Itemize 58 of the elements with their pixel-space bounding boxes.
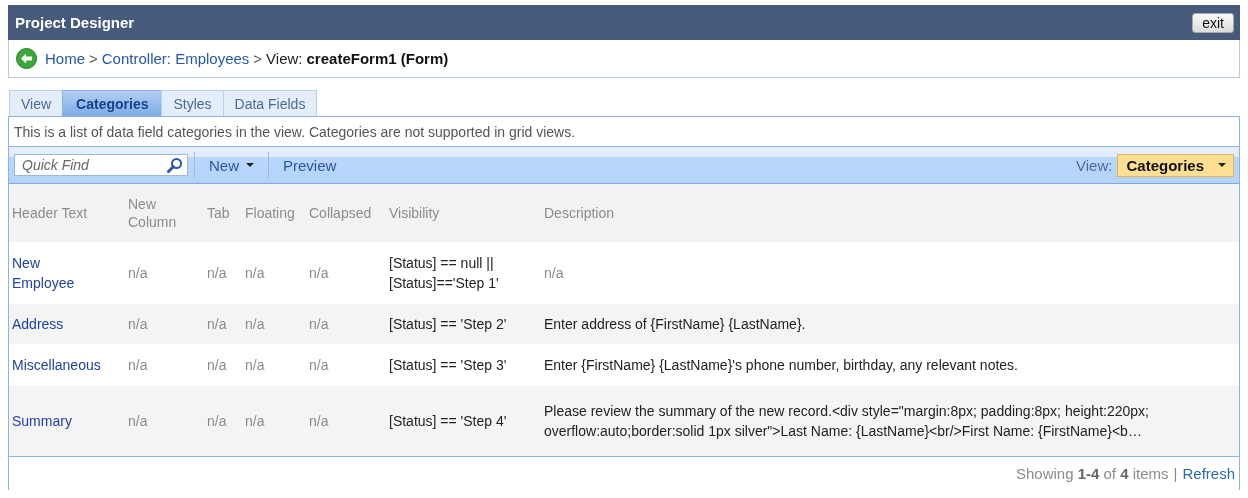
- breadcrumb-link[interactable]: Home: [45, 50, 85, 67]
- table-cell: n/a: [128, 316, 148, 332]
- breadcrumb-label: View:: [266, 50, 303, 67]
- column-header: Floating: [245, 205, 295, 221]
- tab[interactable]: Data Fields: [222, 90, 318, 116]
- table-cell: [Status] == null || [Status]=='Step 1': [389, 255, 499, 291]
- table-cell: n/a: [245, 265, 265, 281]
- exit-button[interactable]: exit: [1192, 12, 1234, 33]
- breadcrumb-separator: >: [89, 50, 98, 67]
- preview-button[interactable]: Preview: [275, 156, 345, 174]
- view-label: View:: [1076, 156, 1113, 174]
- table-cell: [Status] == 'Step 3': [389, 357, 507, 373]
- quick-find-field[interactable]: Quick Find: [14, 154, 188, 176]
- category-link[interactable]: Miscellaneous: [12, 355, 101, 375]
- column-header: New Column: [128, 195, 178, 231]
- table-cell: n/a: [207, 413, 227, 429]
- table-cell: n/a: [128, 265, 148, 281]
- column-header: Collapsed: [309, 205, 372, 221]
- table-cell: n/a: [207, 357, 227, 373]
- table-cell: n/a: [309, 316, 329, 332]
- table-cell: n/a: [309, 413, 329, 429]
- column-header: Visibility: [389, 205, 440, 221]
- table-cell: n/a: [309, 357, 329, 373]
- table-cell: n/a: [128, 357, 148, 373]
- window-title: Project Designer: [15, 14, 135, 31]
- column-header: Description: [544, 205, 615, 221]
- table-cell: Please review the summary of the new record.<div style="margin:8px; padding:8px; height:220px; overflow:auto;border:solid 1px silver">Last Name: {LastName}<br/>First Name: {FirstName}<b…: [544, 403, 1149, 439]
- tab[interactable]: View: [9, 90, 64, 116]
- table-cell: n/a: [207, 265, 227, 281]
- category-link[interactable]: Summary: [12, 411, 72, 431]
- table-cell: Enter address of {FirstName} {LastName}.: [544, 316, 806, 332]
- refresh-link[interactable]: Refresh: [1182, 465, 1235, 482]
- tab[interactable]: Categories: [62, 90, 163, 116]
- column-header: Header Text: [12, 205, 88, 221]
- table-cell: n/a: [207, 316, 227, 332]
- table-cell: n/a: [245, 357, 265, 373]
- table-cell: n/a: [128, 413, 148, 429]
- tab[interactable]: Styles: [161, 90, 224, 116]
- breadcrumb-separator: >: [253, 50, 263, 67]
- back-icon[interactable]: [16, 48, 37, 69]
- table-cell: n/a: [245, 316, 265, 332]
- table-cell: n/a: [245, 413, 265, 429]
- view-name: createForm1 (Form): [306, 50, 449, 67]
- category-link[interactable]: New Employee: [12, 253, 104, 293]
- breadcrumb-link[interactable]: Controller: Employees: [101, 50, 250, 67]
- caret-icon: [246, 163, 254, 167]
- column-header: Tab: [207, 205, 230, 221]
- table-cell: n/a: [309, 265, 329, 281]
- paging-summary: Showing 1-4 of 4 items: [1015, 465, 1169, 482]
- table-cell: Enter {FirstName} {LastName}'s phone number, birthday, any relevant notes.: [544, 357, 1018, 373]
- table-cell: [Status] == 'Step 2': [389, 316, 507, 332]
- search-icon[interactable]: [167, 157, 183, 173]
- footer-separator: |: [1173, 465, 1178, 482]
- caret-icon: [1218, 163, 1226, 167]
- new-button[interactable]: New: [201, 156, 262, 174]
- table-cell: n/a: [544, 265, 564, 281]
- view-dropdown[interactable]: Categories: [1117, 153, 1234, 177]
- table-cell: [Status] == 'Step 4': [389, 413, 507, 429]
